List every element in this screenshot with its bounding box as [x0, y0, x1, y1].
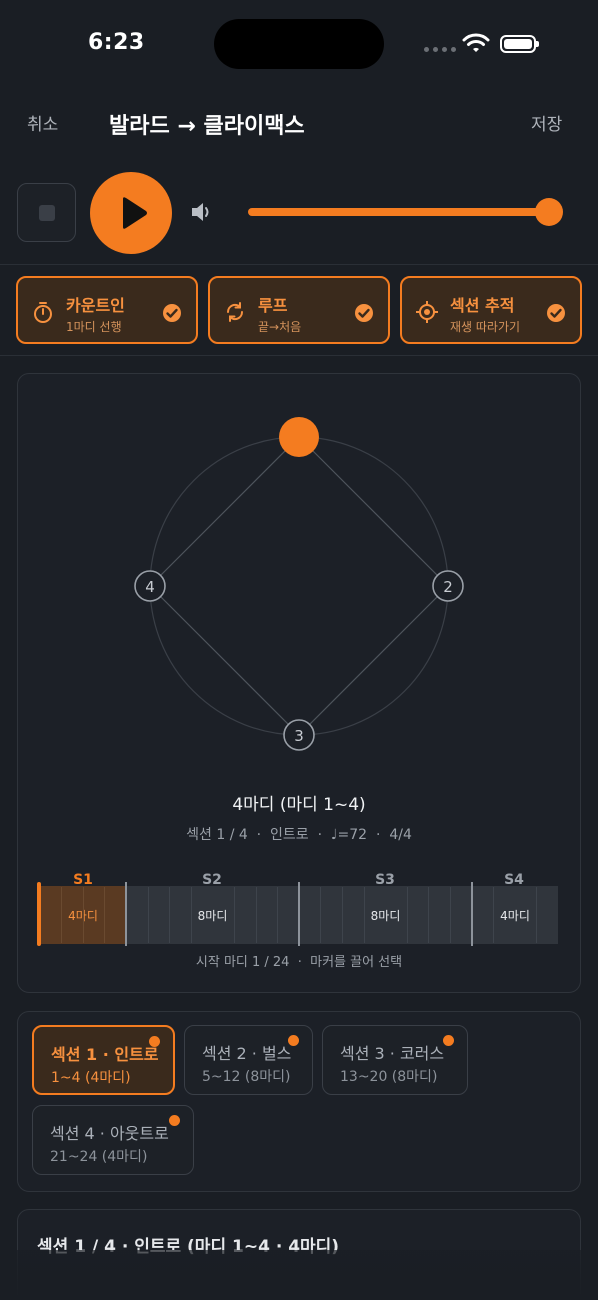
bar-tick: [364, 887, 365, 943]
section-follow-toggle[interactable]: 섹션 추적 재생 따라가기: [400, 276, 582, 344]
beat-label-1: 1: [295, 430, 304, 446]
bar-tick: [234, 887, 235, 943]
bar-tick: [83, 887, 84, 943]
section-chip-label: 섹션 1 · 인트로: [51, 1045, 159, 1064]
loop-icon: [226, 302, 244, 322]
beat-marker-1[interactable]: 1: [279, 417, 319, 457]
stop-button[interactable]: [17, 183, 76, 242]
bar-tick: [407, 887, 408, 943]
bar-tick: [104, 887, 105, 943]
count-in-toggle[interactable]: 카운트인 1마디 선행: [16, 276, 198, 344]
wifi-icon: [462, 33, 490, 52]
section-chip-label: 섹션 4 · 아웃트로: [50, 1124, 169, 1143]
beat-marker-4[interactable]: 4: [134, 570, 166, 602]
divider: [0, 355, 598, 356]
bar-tick: [277, 887, 278, 943]
timeline-segment[interactable]: 8마디: [126, 886, 299, 944]
section-info: 섹션 1 / 4 · 인트로 · ♩=72 · 4/4: [186, 827, 412, 843]
section-chip-4[interactable]: 섹션 4 · 아웃트로 21~24 (4마디): [32, 1105, 194, 1175]
volume-slider-handle[interactable]: [535, 198, 563, 226]
section-marker-dot: [169, 1115, 180, 1126]
bar-tick: [342, 887, 343, 943]
count-in-sub: 1마디 선행: [66, 320, 122, 334]
cancel-button[interactable]: 취소: [27, 110, 58, 135]
bar-tick: [320, 887, 321, 943]
count-in-label: 카운트인: [66, 296, 125, 315]
section-bars-title: 4마디 (마디 1~4): [232, 795, 366, 815]
stop-icon: [39, 205, 55, 221]
loop-label: 루프: [258, 296, 288, 315]
section-divider: [125, 882, 127, 946]
beat-label-3: 3: [294, 727, 304, 745]
beat-label-4: 4: [145, 578, 155, 596]
speaker-icon[interactable]: [190, 201, 214, 223]
timeline-segment[interactable]: 4마디: [472, 886, 558, 944]
battery-icon: [500, 35, 539, 53]
section-marker-dot: [443, 1035, 454, 1046]
section-chip-range: 1~4 (4마디): [51, 1070, 131, 1086]
bar-tick: [536, 887, 537, 943]
bar-tick: [493, 887, 494, 943]
play-button[interactable]: [90, 172, 172, 254]
bar-tick: [450, 887, 451, 943]
section-chip-range: 21~24 (4마디): [50, 1149, 148, 1165]
checkmark-icon: [163, 304, 181, 322]
timer-icon: [34, 302, 52, 323]
bar-tick: [169, 887, 170, 943]
bar-tick: [61, 887, 62, 943]
section-chip-label: 섹션 2 · 벌스: [202, 1044, 292, 1063]
beat-marker-2[interactable]: 2: [432, 570, 464, 602]
beat-label-2: 2: [443, 578, 453, 596]
loop-toggle[interactable]: 루프 끝→처음: [208, 276, 390, 344]
section-chip-3[interactable]: 섹션 3 · 코러스 13~20 (8마디): [322, 1025, 468, 1095]
section-chip-2[interactable]: 섹션 2 · 벌스 5~12 (8마디): [184, 1025, 313, 1095]
loop-sub: 끝→처음: [258, 320, 302, 334]
section-divider: [471, 882, 473, 946]
section-follow-sub: 재생 따라가기: [450, 320, 521, 334]
bar-tick: [256, 887, 257, 943]
section-chip-range: 5~12 (8마디): [202, 1069, 291, 1085]
dynamic-island: [214, 19, 384, 69]
bar-tick: [428, 887, 429, 943]
save-button[interactable]: 저장: [531, 110, 562, 135]
section-marker-dot: [149, 1036, 160, 1047]
cellular-signal-icon: [424, 47, 456, 52]
bar-tick: [148, 887, 149, 943]
bottom-fade: [0, 1250, 598, 1300]
section-chip-range: 13~20 (8마디): [340, 1069, 438, 1085]
section-follow-label: 섹션 추적: [450, 296, 515, 315]
beat-path: [149, 436, 449, 736]
section-chip-label: 섹션 3 · 코러스: [340, 1044, 445, 1063]
timeline-segment-label: 8마디: [370, 908, 401, 923]
bar-tick: [191, 887, 192, 943]
target-icon: [416, 301, 438, 323]
checkmark-icon: [355, 304, 373, 322]
page-title: 발라드 → 클라이맥스: [109, 114, 305, 139]
beat-marker-3[interactable]: 3: [283, 719, 315, 751]
timeline-segment-label: 4마디: [500, 908, 530, 923]
section-divider: [298, 882, 300, 946]
timeline-caption: 시작 마디 1 / 24 · 마커를 끌어 선택: [195, 955, 403, 970]
beat-ring: [149, 436, 449, 736]
section-marker-dot: [288, 1035, 299, 1046]
play-icon: [123, 197, 147, 229]
timeline-segment-label: 8마디: [197, 908, 228, 923]
checkmark-icon: [547, 304, 565, 322]
timeline-segment[interactable]: 8마디: [299, 886, 472, 944]
section-chip-1[interactable]: 섹션 1 · 인트로 1~4 (4마디): [32, 1025, 175, 1095]
beat-circle: 1 2 3 4: [134, 417, 464, 751]
start-marker[interactable]: [37, 882, 41, 946]
status-time: 6:23: [88, 30, 145, 55]
volume-slider[interactable]: [248, 208, 550, 216]
divider: [0, 264, 598, 265]
